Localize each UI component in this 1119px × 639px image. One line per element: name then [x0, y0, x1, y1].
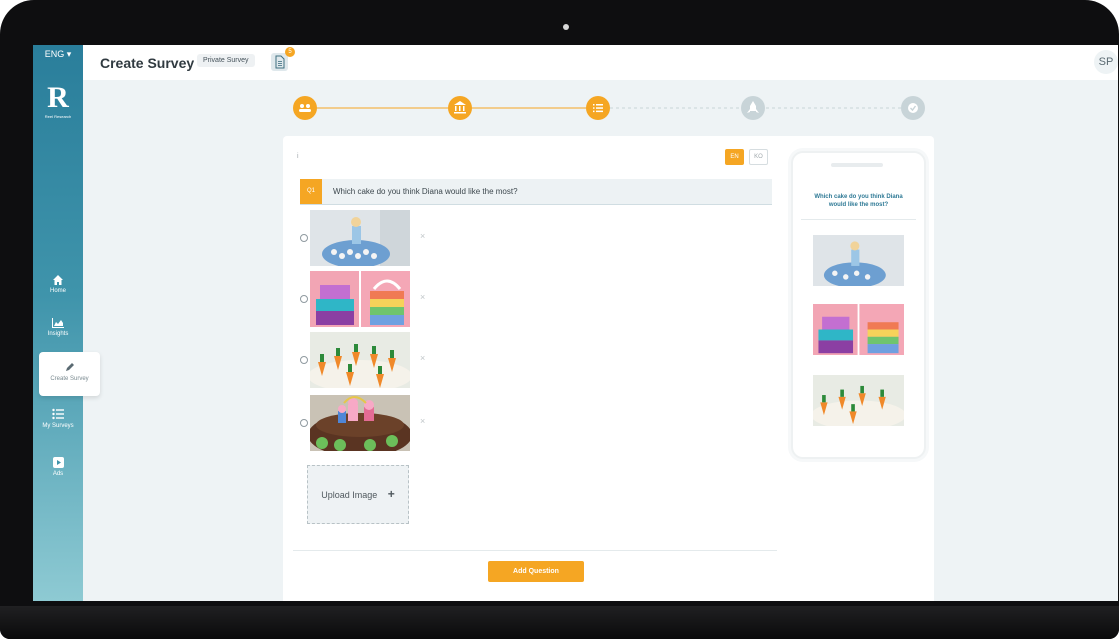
- option-radio[interactable]: [300, 356, 308, 364]
- divider: [801, 219, 916, 220]
- answer-option: ×: [300, 271, 450, 327]
- laptop-frame: ENG ▾ R Reel Research Home Insights My S…: [0, 0, 1119, 639]
- list-icon: [593, 104, 603, 113]
- pencil-icon: [65, 363, 74, 371]
- sidebar-item-ads[interactable]: Ads: [33, 457, 83, 477]
- question-text[interactable]: Which cake do you think Diana would like…: [333, 187, 518, 196]
- sidebar-item-my-surveys[interactable]: My Surveys: [33, 408, 83, 429]
- info-icon[interactable]: i: [297, 153, 299, 160]
- remove-option-icon[interactable]: ×: [420, 353, 425, 363]
- chart-icon: [52, 318, 64, 328]
- sidebar-item-label: Home: [49, 288, 66, 294]
- answer-option: ×: [300, 210, 450, 266]
- plus-icon: +: [387, 487, 395, 501]
- question-row[interactable]: Q1 Which cake do you think Diana would l…: [300, 179, 772, 205]
- step-5[interactable]: [901, 96, 925, 120]
- phone-speaker: [831, 163, 883, 167]
- step-4[interactable]: [741, 96, 765, 120]
- remove-option-icon[interactable]: ×: [420, 416, 425, 426]
- play-icon: [52, 457, 64, 468]
- lang-ko-button[interactable]: KO: [749, 149, 768, 165]
- option-radio[interactable]: [300, 295, 308, 303]
- sidebar-item-create-survey[interactable]: Create Survey: [39, 352, 100, 396]
- mobile-preview: Which cake do you think Diana would like…: [791, 151, 926, 459]
- sidebar-item-label: Create Survey: [50, 376, 89, 382]
- sidebar-item-label: Insights: [47, 331, 69, 337]
- divider: [293, 550, 777, 551]
- step-1[interactable]: [293, 96, 317, 120]
- option-image-unicorn-cake: [310, 271, 410, 327]
- option-radio[interactable]: [300, 234, 308, 242]
- camera-dot: [563, 24, 569, 30]
- option-image-carrot-cake: [310, 332, 410, 388]
- option-radio[interactable]: [300, 419, 308, 427]
- home-icon: [53, 275, 63, 285]
- list-icon: [52, 408, 64, 420]
- step-3[interactable]: [586, 96, 610, 120]
- preview-image-carrot-cake: [813, 375, 904, 426]
- laptop-base: [0, 606, 1119, 639]
- option-image-princess-cake: [310, 210, 410, 266]
- sidebar-item-label: Ads: [52, 471, 64, 477]
- app-screen: ENG ▾ R Reel Research Home Insights My S…: [33, 45, 1118, 601]
- check-icon: [908, 103, 918, 113]
- answer-option: ×: [300, 395, 450, 451]
- sidebar-item-home[interactable]: Home: [33, 275, 83, 294]
- preview-image-princess-cake: [813, 235, 904, 286]
- progress-stepper: [293, 96, 925, 120]
- upload-image-button[interactable]: Upload Image +: [307, 465, 409, 524]
- lang-en-button[interactable]: EN: [725, 149, 744, 165]
- preview-question-text: Which cake do you think Diana would like…: [814, 194, 903, 208]
- remove-option-icon[interactable]: ×: [420, 231, 425, 241]
- survey-editor-card: i EN KO Q1 Which cake do you think Diana…: [283, 136, 934, 601]
- preview-image-unicorn-cake: [813, 304, 904, 355]
- sidebar-item-label: My Surveys: [42, 423, 74, 429]
- answer-option: ×: [300, 332, 450, 388]
- step-2[interactable]: [448, 96, 472, 120]
- sidebar-item-insights[interactable]: Insights: [33, 318, 83, 337]
- upload-image-label: Upload Image: [321, 490, 378, 500]
- add-question-button[interactable]: Add Question: [488, 561, 584, 582]
- remove-option-icon[interactable]: ×: [420, 292, 425, 302]
- question-number: Q1: [300, 179, 322, 204]
- option-image-peppa-cake: [310, 395, 410, 451]
